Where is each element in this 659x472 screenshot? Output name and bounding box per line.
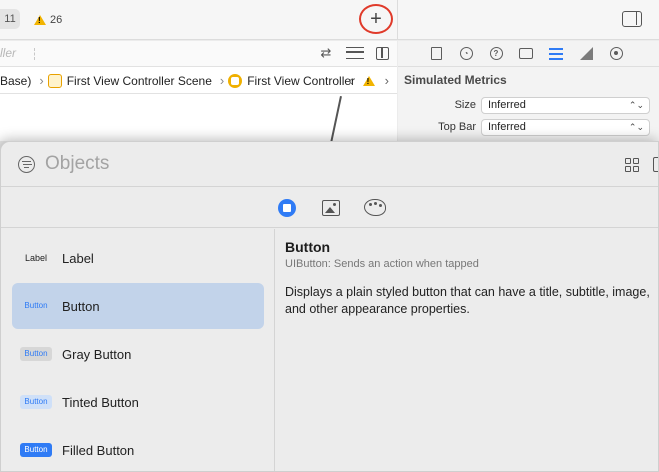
inspector-row-size: Size Inferred ⌃⌄ bbox=[398, 97, 659, 115]
list-item-gray-button[interactable]: Button Gray Button bbox=[12, 331, 264, 377]
tab-media[interactable] bbox=[320, 197, 342, 219]
size-popup[interactable]: Inferred ⌃⌄ bbox=[481, 97, 650, 114]
swap-arrows-icon[interactable]: ⇄ bbox=[318, 46, 334, 60]
objects-icon bbox=[277, 198, 296, 217]
list-item-tinted-button[interactable]: Button Tinted Button bbox=[12, 379, 264, 425]
warning-count: 26 bbox=[50, 14, 63, 26]
list-item-name: Gray Button bbox=[62, 346, 132, 362]
interface-builder-editor: ller ⇄ Base) › First View Controller Sce… bbox=[0, 41, 397, 141]
tab-connections-inspector[interactable] bbox=[608, 46, 624, 62]
list-item-name: Tinted Button bbox=[62, 394, 139, 410]
file-icon bbox=[430, 47, 442, 60]
library-object-list: Label Label Button Button Button Gray Bu… bbox=[1, 229, 275, 471]
section-title: Simulated Metrics bbox=[404, 73, 507, 87]
objects-library-popover: Label Label Button Button Button Gray Bu… bbox=[0, 141, 659, 472]
library-search-input[interactable] bbox=[45, 152, 565, 176]
list-item-name: Label bbox=[62, 250, 94, 266]
filter-icon[interactable] bbox=[18, 156, 35, 173]
tab-file-inspector[interactable] bbox=[428, 46, 444, 62]
breadcrumb: Base) › First View Controller Scene › Fi… bbox=[0, 68, 397, 94]
breadcrumb-item-view-controller[interactable]: First View Controller bbox=[228, 73, 355, 88]
detail-title: Button bbox=[285, 239, 331, 255]
palette-icon bbox=[363, 199, 386, 216]
issue-warning-icon[interactable] bbox=[362, 75, 375, 86]
list-view-icon[interactable] bbox=[653, 157, 658, 172]
tab-history-inspector[interactable]: ◔ bbox=[458, 46, 474, 62]
scene-icon bbox=[47, 73, 62, 88]
top-bar-label: Top Bar bbox=[438, 121, 476, 133]
inspector-row-top-bar: Top Bar Inferred ⌃⌄ bbox=[398, 119, 659, 137]
image-icon bbox=[321, 199, 340, 216]
dashed-divider bbox=[34, 48, 35, 60]
detail-description: Displays a plain styled button that can … bbox=[285, 285, 650, 316]
view-controller-icon bbox=[228, 73, 243, 88]
chevron-left-icon[interactable]: ‹ bbox=[348, 73, 352, 88]
tab-quick-help[interactable]: ? bbox=[488, 46, 504, 62]
library-tabs bbox=[1, 188, 658, 228]
error-count: 11 bbox=[4, 13, 16, 25]
top-bar-popup[interactable]: Inferred ⌃⌄ bbox=[481, 119, 650, 136]
detail-subtitle: UIButton: Sends an action when tapped bbox=[285, 258, 479, 270]
label-thumbnail: Label bbox=[24, 253, 48, 263]
size-label: Size bbox=[454, 99, 476, 111]
grid-view-icon[interactable] bbox=[625, 158, 639, 172]
list-item-name: Button bbox=[62, 298, 100, 314]
breadcrumb-item-scene[interactable]: First View Controller Scene bbox=[47, 73, 212, 88]
attributes-inspector: ◔ ? Simulated Metrics Size Inferred ⌃⌄ T… bbox=[398, 41, 659, 141]
library-detail-pane: Button UIButton: Sends an action when ta… bbox=[276, 229, 658, 471]
sliders-icon bbox=[549, 47, 563, 60]
chevron-right-icon[interactable]: › bbox=[385, 73, 389, 88]
error-count-badge[interactable]: 11 bbox=[0, 9, 20, 29]
editor-jump-bar: ller ⇄ bbox=[0, 41, 397, 67]
list-item-filled-button[interactable]: Button Filled Button bbox=[12, 427, 264, 471]
library-add-button[interactable]: + bbox=[359, 4, 393, 34]
list-item-label[interactable]: Label Label bbox=[12, 235, 264, 281]
tab-objects[interactable] bbox=[276, 197, 298, 219]
editor-options-icon[interactable] bbox=[346, 47, 364, 59]
connections-icon bbox=[609, 47, 623, 60]
list-item-button[interactable]: Button Button bbox=[12, 283, 264, 329]
popup-chevrons-icon: ⌃⌄ bbox=[628, 122, 644, 132]
filled-button-thumbnail: Button bbox=[20, 443, 52, 457]
toolbar-divider bbox=[397, 0, 398, 40]
question-icon: ? bbox=[489, 47, 503, 60]
warning-icon bbox=[34, 15, 46, 25]
tab-colors[interactable] bbox=[363, 197, 386, 219]
ruler-icon bbox=[579, 47, 593, 60]
chevron-right-icon: › bbox=[219, 73, 225, 88]
warning-count-badge[interactable]: 26 bbox=[34, 11, 62, 29]
inspector-toggle-icon[interactable] bbox=[622, 11, 642, 27]
tab-identity-inspector[interactable] bbox=[518, 46, 534, 62]
gray-button-thumbnail: Button bbox=[20, 347, 52, 361]
breadcrumb-item-base[interactable]: Base) bbox=[0, 74, 31, 88]
inspector-tabs: ◔ ? bbox=[398, 41, 659, 67]
tab-size-inspector[interactable] bbox=[578, 46, 594, 62]
button-thumbnail: Button bbox=[24, 301, 48, 310]
controller-name-ghost: ller bbox=[0, 46, 17, 60]
identity-card-icon bbox=[519, 48, 533, 59]
clock-icon: ◔ bbox=[459, 47, 473, 60]
library-search-bar bbox=[1, 142, 658, 187]
add-editor-icon[interactable] bbox=[376, 46, 389, 60]
chevron-right-icon: › bbox=[39, 73, 44, 88]
popup-chevrons-icon: ⌃⌄ bbox=[628, 100, 644, 110]
list-item-name: Filled Button bbox=[62, 442, 135, 458]
tab-attributes-inspector[interactable] bbox=[548, 46, 564, 62]
window-toolbar: 11 26 + bbox=[0, 0, 659, 40]
tinted-button-thumbnail: Button bbox=[20, 395, 52, 409]
